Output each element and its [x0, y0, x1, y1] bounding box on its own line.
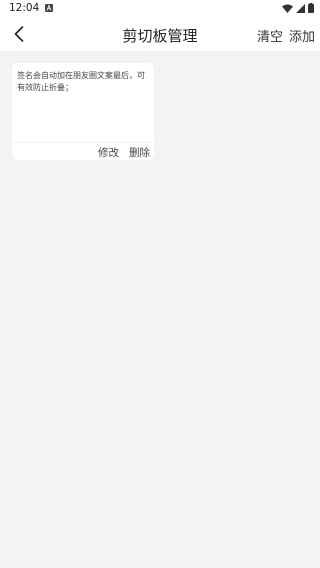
delete-button[interactable]: 删除 — [129, 145, 150, 160]
card-divider — [12, 142, 154, 143]
notification-a-icon — [45, 4, 53, 12]
status-icons — [282, 3, 314, 13]
cellular-signal-icon — [296, 3, 305, 13]
back-button[interactable] — [8, 23, 30, 45]
status-time: 12:04 — [9, 2, 40, 14]
wifi-icon — [282, 4, 293, 13]
clip-card: 签名会自动加在朋友圈文案最后，可有效防止折叠； 修改 删除 — [12, 63, 154, 160]
clear-button[interactable]: 清空 — [257, 26, 283, 45]
back-arrow-icon — [14, 26, 24, 42]
toolbar: 剪切板管理 清空 添加 — [0, 17, 320, 51]
edit-button[interactable]: 修改 — [98, 145, 119, 160]
clip-text: 签名会自动加在朋友圈文案最后，可有效防止折叠； — [17, 71, 145, 92]
add-button[interactable]: 添加 — [289, 26, 315, 45]
battery-icon — [308, 3, 314, 13]
status-bar: 12:04 — [0, 0, 320, 17]
